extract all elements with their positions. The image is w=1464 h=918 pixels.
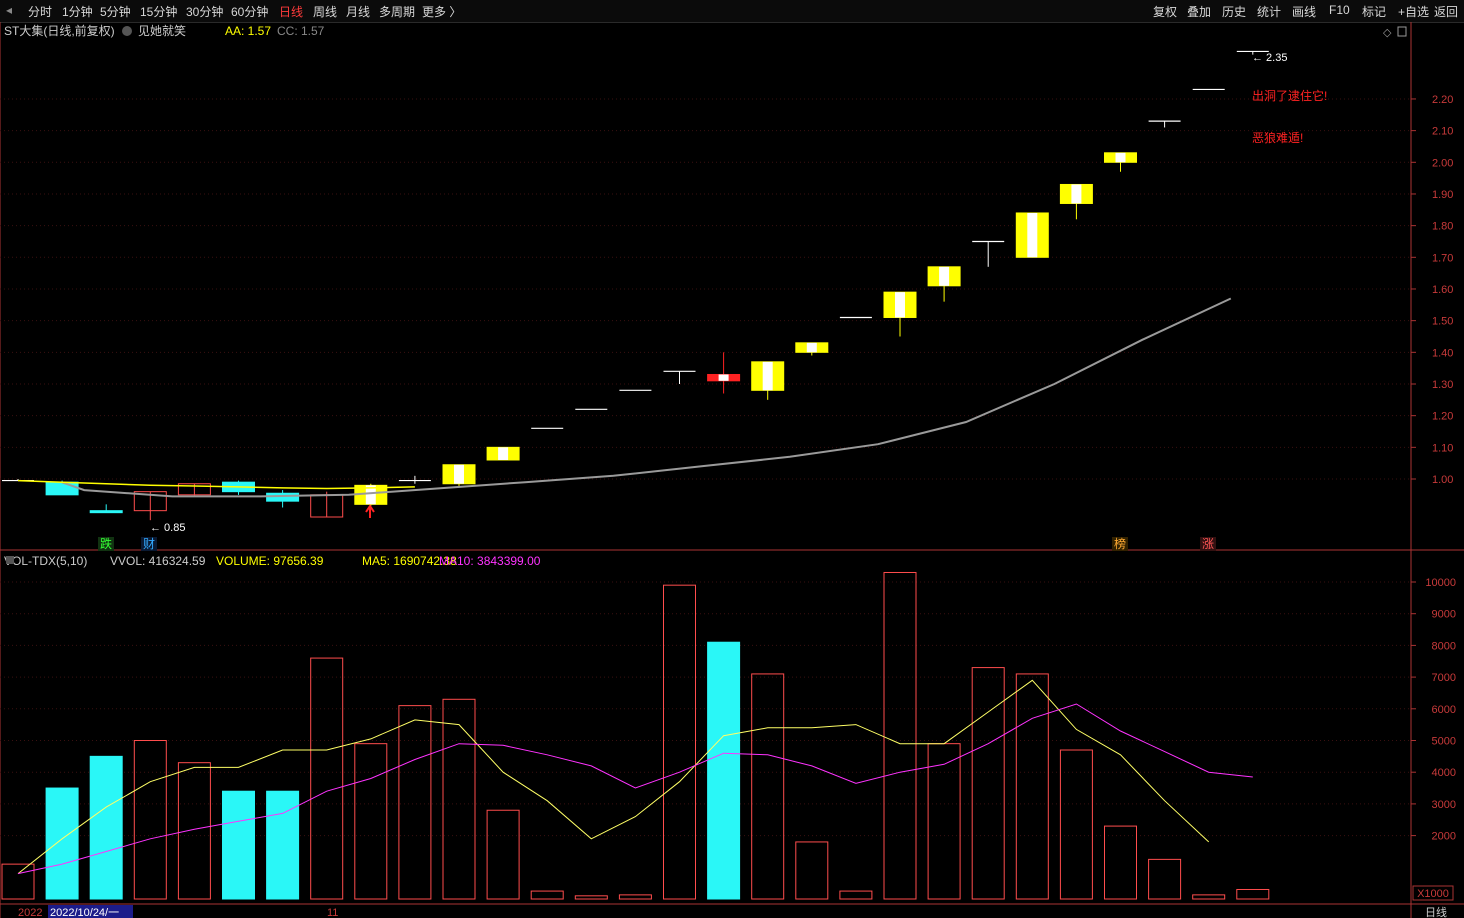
volume-bar	[310, 657, 344, 900]
volume-bar	[442, 698, 476, 900]
volume-bar	[398, 705, 432, 900]
ma10-value: MA10: 3843399.00	[439, 554, 541, 568]
year-label: 2022	[18, 907, 42, 918]
candle-core	[1071, 184, 1082, 204]
volume-bar	[354, 743, 388, 900]
price-tick-label: 1.10	[1432, 442, 1453, 454]
price-tick-label: 2.00	[1432, 157, 1453, 169]
candle-core	[498, 447, 509, 460]
aa-value: AA: 1.57	[225, 24, 271, 38]
vol-tick-label: 10000	[1425, 577, 1456, 589]
price-tick-label: 1.70	[1432, 252, 1453, 264]
volume-bar	[795, 841, 829, 900]
candle-core	[762, 361, 773, 391]
buy-arrow-icon	[365, 504, 375, 518]
volume-bar	[89, 755, 123, 900]
cc-value: CC: 1.57	[277, 24, 325, 38]
volume-bar	[530, 890, 564, 900]
vol-tick-label: 7000	[1432, 672, 1456, 684]
volume-bar	[1192, 894, 1226, 900]
volume-bar	[1, 863, 35, 900]
volume-bar	[839, 890, 873, 900]
volume-bar	[222, 790, 255, 900]
vol-tick-label: 6000	[1432, 704, 1456, 716]
vol-tick-label: 8000	[1432, 640, 1456, 652]
volume-bar	[883, 571, 917, 900]
price-tick-label: 1.50	[1432, 316, 1453, 328]
month-label: 11	[327, 907, 338, 918]
price-tick-label: 1.60	[1432, 284, 1453, 296]
volume-bar	[927, 743, 961, 900]
period-label: 日线	[1425, 905, 1447, 918]
volume-bar	[574, 895, 608, 900]
annotation-text-2: 恶狼难遁!	[1252, 130, 1303, 145]
vol-tick-label: 2000	[1432, 831, 1456, 843]
vol-tick-label: 4000	[1432, 767, 1456, 779]
candle-core	[718, 374, 729, 381]
marker-zhang: 涨	[1202, 536, 1214, 551]
candle-core	[895, 292, 905, 318]
volume-bar	[486, 809, 520, 900]
price-tick-label: 1.00	[1432, 474, 1453, 486]
price-tick-label: 2.20	[1432, 94, 1453, 106]
marker-die: 跌	[100, 536, 112, 551]
volume-bar	[45, 787, 79, 900]
candle-core	[454, 464, 464, 484]
chart-canvas: 1.00 1.10 1.20 1.30 1.40 1.50 1.60 1.70 1.80 1.90…	[0, 22, 1464, 918]
volume-bar	[971, 667, 1005, 900]
candle-body	[45, 481, 79, 496]
volume-bar	[177, 762, 211, 900]
volume-bar	[1015, 673, 1049, 900]
volume-bar	[618, 894, 652, 900]
date-label: 2022/10/24/一	[50, 907, 119, 918]
vol-tick-label: 5000	[1432, 736, 1456, 748]
diamond-icon: ◇	[1383, 27, 1392, 39]
price-tick-label: 1.20	[1432, 411, 1453, 423]
volume-value: VOLUME: 97656.39	[216, 554, 324, 568]
price-tick-label: 2.10	[1432, 126, 1453, 138]
long-ma-line	[61, 297, 1232, 498]
vol-ma10-line	[17, 703, 1253, 875]
volume-bar	[1148, 858, 1182, 900]
candle-core	[806, 342, 817, 353]
low-price-label: ← 0.85	[150, 522, 185, 534]
vol-gear-icon	[6, 556, 14, 564]
vol-tick-label: 3000	[1432, 799, 1456, 811]
candle-core	[1027, 212, 1038, 258]
price-tick-label: 1.90	[1432, 189, 1453, 201]
price-tick-label: 1.40	[1432, 347, 1453, 359]
candle-core	[939, 266, 950, 286]
price-tick-label: 1.80	[1432, 221, 1453, 233]
price-tick-label: 1.30	[1432, 379, 1453, 391]
candle-core	[1115, 152, 1126, 163]
volume-bar	[663, 584, 696, 900]
stock-title: ST大集(日线,前复权)	[4, 23, 115, 38]
volume-bar	[751, 673, 785, 900]
indicator-name: 见她就笑	[138, 23, 186, 38]
volume-bar	[133, 740, 167, 900]
window-toggle-icon	[1397, 26, 1407, 37]
vol-tick-label: 9000	[1432, 609, 1456, 621]
vvol-value: VVOL: 416324.59	[110, 554, 206, 568]
marker-bang: 榜	[1114, 536, 1126, 551]
unit-label: X1000	[1417, 888, 1449, 900]
indicator-gear-icon	[122, 26, 132, 36]
high-price-label: ← 2.35	[1252, 52, 1287, 64]
volume-bar	[707, 641, 741, 900]
candle-body	[89, 510, 123, 514]
marker-cai: 财	[143, 537, 155, 551]
volume-bar	[1236, 888, 1270, 900]
candle-body	[266, 492, 300, 502]
vol-indicator-name: VOL-TDX(5,10)	[4, 554, 87, 568]
volume-bar	[1104, 825, 1137, 900]
annotation-text-1: 出洞了逮住它!	[1252, 88, 1327, 103]
